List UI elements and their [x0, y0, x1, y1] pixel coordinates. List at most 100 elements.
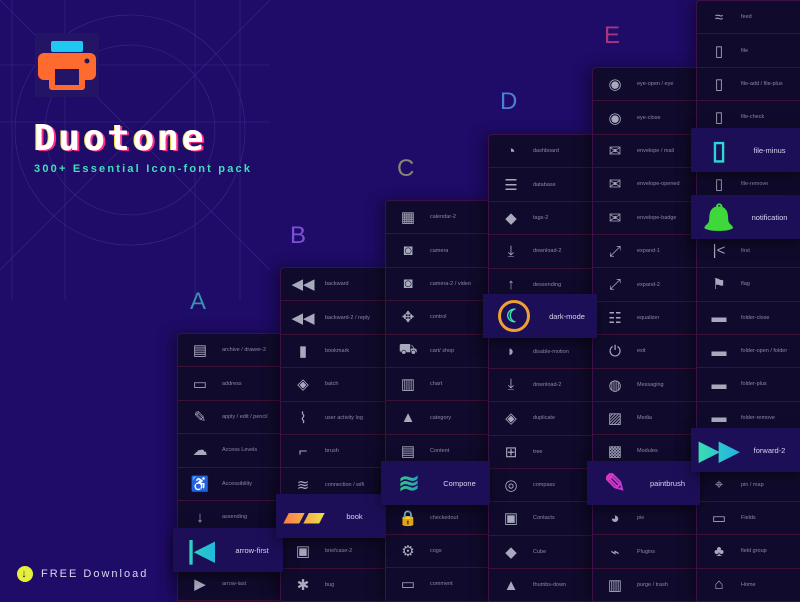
- icon-row-messaging[interactable]: ◍ Messaging: [593, 369, 697, 402]
- icon-label: database: [533, 181, 556, 188]
- icon-row-cart-shop[interactable]: ⛟ cart/ shop: [386, 335, 490, 368]
- icon-row-contacts[interactable]: ▣ Contacts: [489, 502, 593, 536]
- icon-label: archive / drawer-2: [222, 347, 267, 354]
- pin-icon: ⌖: [714, 476, 724, 494]
- icon-row-envelope-badge[interactable]: ✉ envelope-badge: [593, 202, 697, 235]
- comment-icon: ▭: [400, 576, 416, 594]
- icon-row-archive-drawer-2[interactable]: ▤ archive / drawer-2: [178, 334, 282, 368]
- icon-row-calendar-2[interactable]: ▦ calendar-2: [386, 201, 490, 235]
- icon-row-expand-1[interactable]: ⤢ expand-1: [593, 235, 697, 269]
- icon-label: Access Levels: [222, 447, 258, 454]
- icon-row-file-add-file-plus[interactable]: ▯ file-add / file-plus: [697, 68, 800, 102]
- featured-icon-card-compone[interactable]: ≋ Compone: [381, 461, 490, 505]
- icon-row-tree[interactable]: ⊞ tree: [489, 436, 593, 469]
- icon-row-comment[interactable]: ▭ comment: [386, 568, 490, 602]
- icon-row-fields[interactable]: ▭ Fields: [697, 502, 800, 536]
- icon-row-pie[interactable]: ◕ pie: [593, 502, 697, 536]
- icon-row-chart[interactable]: ▥ chart: [386, 368, 490, 402]
- icon-label: cart/ shop: [430, 347, 455, 354]
- icon-label: pie: [637, 515, 645, 522]
- icon-row-bug[interactable]: ✱ bug: [281, 569, 385, 602]
- icon-column-f: ≈ feed ▯ file ▯ file-add / file-plus ▯ file-che…: [696, 0, 800, 602]
- backward-2-icon: ◀◀: [291, 309, 315, 327]
- icon-row-home[interactable]: ⌂ Home: [697, 569, 800, 602]
- icon-row-pin-map[interactable]: ⌖ pin / map: [697, 468, 800, 502]
- icon-row-disable-motion[interactable]: ◗ disable-motion: [489, 335, 593, 369]
- icon-row-bookmark[interactable]: ▮ bookmark: [281, 335, 385, 369]
- icon-row-camera[interactable]: ◙ camera: [386, 234, 490, 268]
- icon-row-address[interactable]: ▭ address: [178, 367, 282, 401]
- icon-label: batch: [325, 381, 339, 388]
- icon-row-first[interactable]: |< first: [697, 235, 800, 269]
- icon-row-apply-edit-pencil[interactable]: ✎ apply / edit / pencil: [178, 401, 282, 435]
- icon-label: download-2: [533, 381, 562, 388]
- icon-row-access-levels[interactable]: ☁ Access Levels: [178, 434, 282, 468]
- icon-label: Media: [637, 415, 652, 422]
- icon-row-folder-plus[interactable]: ▬ folder-plus: [697, 368, 800, 402]
- icon-row-plugins[interactable]: ⌁ Plugins: [593, 535, 697, 569]
- access-levels-icon: ☁: [192, 442, 208, 460]
- icon-row-folder-close[interactable]: ▬ folder-close: [697, 302, 800, 335]
- icon-row-backward-2-reply[interactable]: ◀◀ backward-2 / reply: [281, 301, 385, 335]
- icon-row-cube[interactable]: ◆ Cube: [489, 536, 593, 570]
- icon-row-cogs[interactable]: ⚙ cogs: [386, 535, 490, 569]
- featured-icon-label: book: [346, 511, 363, 521]
- icon-row-media[interactable]: ▨ Media: [593, 402, 697, 436]
- free-download-link[interactable]: ↓ FREE Download: [17, 566, 148, 582]
- icon-row-envelope-opened[interactable]: ✉ envelope-opened: [593, 168, 697, 202]
- featured-icon-card-notification[interactable]: 🔔 notification: [691, 195, 800, 239]
- featured-icon-card-paintbrush[interactable]: ✎ paintbrush: [587, 461, 700, 505]
- icon-row-eye-close[interactable]: ◉ eye-close: [593, 101, 697, 135]
- icon-row-field-group[interactable]: ♣ field group: [697, 535, 800, 569]
- icon-row-flag[interactable]: ⚑ flag: [697, 268, 800, 302]
- eye-open-icon: ◉: [608, 76, 622, 94]
- featured-icon-label: forward-2: [753, 445, 786, 455]
- icon-row-purge-trash[interactable]: ▥ purge / trash: [593, 569, 697, 602]
- briefcase-2-icon: ▣: [295, 543, 311, 561]
- messaging-icon: ◍: [608, 376, 622, 394]
- icon-row-arrow-last[interactable]: ▶ arrow-last: [178, 568, 282, 602]
- section-letter-a: A: [190, 288, 207, 315]
- icon-row-equalizer[interactable]: ☷ equalizer: [593, 302, 697, 336]
- icon-row-exit[interactable]: ⏻ exit: [593, 335, 697, 369]
- icon-row-database[interactable]: ☰ database: [489, 168, 593, 202]
- featured-icon-card-dark-mode[interactable]: ☾ dark-mode: [483, 294, 597, 338]
- icon-row-eye-open-eye[interactable]: ◉ eye-open / eye: [593, 68, 697, 102]
- icon-row-batch[interactable]: ◈ batch: [281, 368, 385, 402]
- icon-label: backward-2 / reply: [325, 314, 370, 321]
- icon-row-download-2[interactable]: ⤓ download-2: [489, 369, 593, 403]
- icon-row-accessibility[interactable]: ♿ Accessibility: [178, 468, 282, 501]
- icon-row-camera-2-video[interactable]: ◙ camera-2 / video: [386, 268, 490, 302]
- featured-icon-card-book[interactable]: ▰▰ book: [276, 494, 385, 538]
- featured-icon-card-forward-2[interactable]: ▶▶ forward-2: [691, 428, 800, 472]
- icon-row-dashboard[interactable]: ◔ dashboard: [489, 135, 593, 169]
- icon-row-control[interactable]: ✥ control: [386, 301, 490, 335]
- download-2-icon: ⤓: [507, 376, 515, 394]
- icon-column-b: ◀◀ backward ◀◀ backward-2 / reply ▮ bookmark ◈…: [280, 267, 385, 602]
- archive-icon: ▤: [192, 342, 208, 360]
- icon-row-duplicate[interactable]: ◈ duplicate: [489, 402, 593, 436]
- icon-row-briefcase-2[interactable]: ▣ briefcase-2: [281, 535, 385, 569]
- icon-row-download-2[interactable]: ⤓ download-2: [489, 235, 593, 269]
- icon-row-compass[interactable]: ◎ compass: [489, 469, 593, 503]
- icon-row-thumbs-down[interactable]: ▲ thumbs-down: [489, 569, 593, 602]
- icon-row-envelope-mail[interactable]: ✉ envelope / mail: [593, 135, 697, 169]
- featured-icon-label: paintbrush: [649, 478, 686, 488]
- paintbrush-icon: ✎: [587, 468, 643, 499]
- icon-row-user-activity-log[interactable]: ⌇ user activity log: [281, 402, 385, 435]
- icon-row-file[interactable]: ▯ file: [697, 34, 800, 68]
- icon-row-tags-2[interactable]: ◆ tags-2: [489, 202, 593, 236]
- contacts-icon: ▣: [503, 510, 519, 528]
- icon-row-brush[interactable]: ⌐ brush: [281, 435, 385, 469]
- icon-row-checkedout[interactable]: 🔒 checkedout: [386, 502, 490, 535]
- featured-icon-label: notification: [751, 212, 788, 222]
- featured-icon-card-arrow-first[interactable]: |◀ arrow-first: [173, 528, 283, 572]
- icon-row-backward[interactable]: ◀◀ backward: [281, 268, 385, 302]
- icon-row-feed[interactable]: ≈ feed: [697, 1, 800, 35]
- featured-icon-card-file-minus[interactable]: ▯ file-minus: [691, 128, 800, 172]
- icon-row-category[interactable]: ▲ category: [386, 401, 490, 435]
- icon-label: arrow-last: [222, 580, 247, 587]
- icon-row-folder-open-folder[interactable]: ▬ folder-open / folder: [697, 335, 800, 369]
- icon-row-expand-2[interactable]: ⤢ expand-2: [593, 268, 697, 302]
- icon-label: file-check: [741, 114, 765, 121]
